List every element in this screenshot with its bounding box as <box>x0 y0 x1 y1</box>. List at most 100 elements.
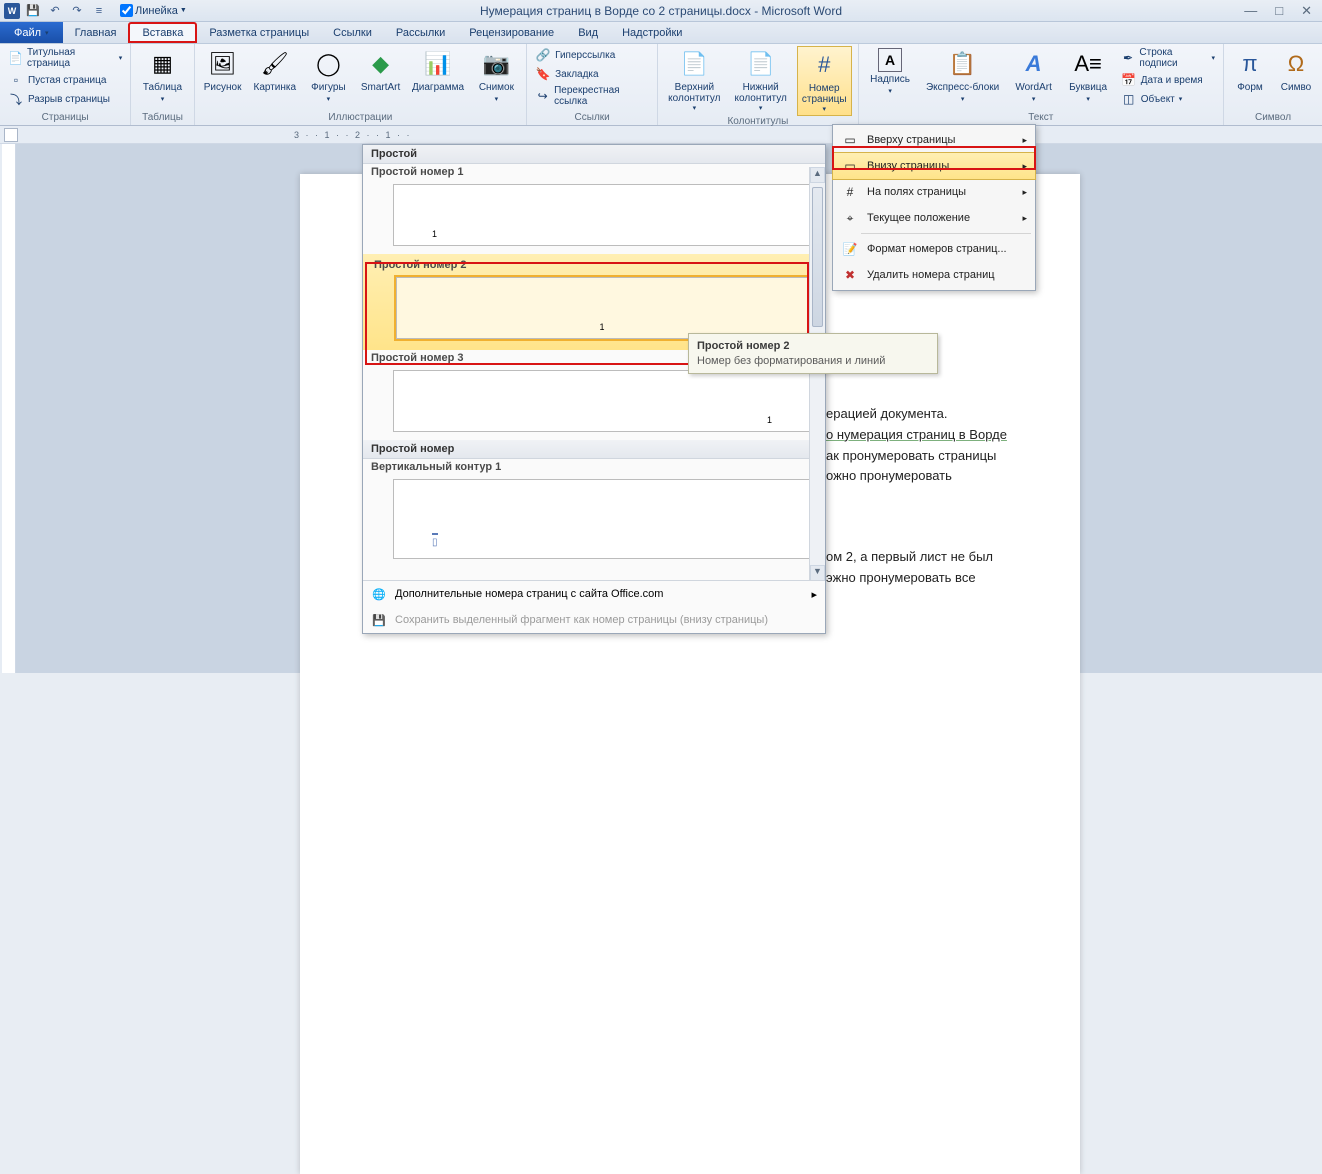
group-label-links: Ссылки <box>533 112 651 125</box>
gallery-item-2-label: Простой номер 2 <box>366 257 822 275</box>
maximize-icon[interactable]: □ <box>1275 3 1283 19</box>
group-links: 🔗Гиперссылка 🔖Закладка ↪Перекрестная ссы… <box>527 44 658 125</box>
signature-icon: ✒ <box>1121 50 1136 66</box>
clipart-icon: 🖌 <box>259 48 291 80</box>
gallery-item-3[interactable]: 1 <box>393 370 811 432</box>
qat-save-icon[interactable]: 💾 <box>24 3 42 19</box>
scroll-thumb[interactable] <box>812 187 823 327</box>
qat-customize-icon[interactable]: ≡ <box>90 3 108 19</box>
gallery-item-1-label: Простой номер 1 <box>363 164 825 182</box>
gallery-item-4[interactable]: ▯ <box>393 479 811 559</box>
ribbon: 📄Титульная страница ▾ ▫Пустая страница ⤵… <box>0 44 1322 126</box>
tab-review[interactable]: Рецензирование <box>457 22 566 43</box>
smartart-button[interactable]: ◆SmartArt <box>358 46 404 95</box>
gallery-scrollbar[interactable]: ▲ ▼ <box>809 167 825 581</box>
quickparts-button[interactable]: 📋Экспресс-блоки ▾ <box>922 46 1004 106</box>
tab-view[interactable]: Вид <box>566 22 610 43</box>
picture-icon: 🖼 <box>207 48 239 80</box>
footer-button[interactable]: 📄Нижний колонтитул▾ <box>731 46 791 114</box>
dropcap-icon: A≡ <box>1072 48 1104 80</box>
object-button[interactable]: ◫Объект ▾ <box>1119 90 1217 108</box>
ruler-check-input[interactable] <box>120 4 133 17</box>
format-icon: 📝 <box>841 240 859 258</box>
date-time-button[interactable]: 📅Дата и время <box>1119 71 1217 89</box>
submenu-bottom-of-page[interactable]: ▭Внизу страницы▸ <box>832 152 1036 180</box>
gallery-tooltip: Простой номер 2 Номер без форматирования… <box>688 333 938 374</box>
title-bar: W 💾 ↶ ↷ ≡ Линейка ▼ Нумерация страниц в … <box>0 0 1322 22</box>
object-icon: ◫ <box>1121 91 1137 107</box>
chart-button[interactable]: 📊Диаграмма <box>409 46 466 95</box>
qat-undo-icon[interactable]: ↶ <box>46 3 64 19</box>
submenu-top-of-page[interactable]: ▭Вверху страницы▸ <box>833 127 1035 153</box>
window-title: Нумерация страниц в Ворде со 2 страницы.… <box>480 4 842 18</box>
group-symbols: πФорм ΩСимво Символ <box>1224 44 1322 125</box>
symbol-button[interactable]: ΩСимво <box>1276 46 1316 95</box>
textbox-icon: A <box>878 48 902 72</box>
shapes-icon: ◯ <box>312 48 344 80</box>
shapes-button[interactable]: ◯Фигуры ▾ <box>305 46 352 106</box>
group-pages: 📄Титульная страница ▾ ▫Пустая страница ⤵… <box>0 44 131 125</box>
scroll-up-icon[interactable]: ▲ <box>810 167 825 183</box>
tab-home[interactable]: Главная <box>63 22 129 43</box>
close-icon[interactable]: ✕ <box>1301 3 1312 19</box>
scroll-down-icon[interactable]: ▼ <box>810 565 825 581</box>
group-illustrations: 🖼Рисунок 🖌Картинка ◯Фигуры ▾ ◆SmartArt 📊… <box>195 44 527 125</box>
hyperlink-button[interactable]: 🔗Гиперссылка <box>533 46 651 64</box>
submenu-remove-numbers[interactable]: ✖Удалить номера страниц <box>833 262 1035 288</box>
picture-button[interactable]: 🖼Рисунок <box>201 46 245 95</box>
clipart-button[interactable]: 🖌Картинка <box>251 46 299 95</box>
tab-mailings[interactable]: Рассылки <box>384 22 457 43</box>
ruler-tab-selector[interactable] <box>4 128 18 142</box>
group-label-pages: Страницы <box>6 112 124 125</box>
blank-page-button[interactable]: ▫Пустая страница <box>6 71 124 89</box>
crossref-button[interactable]: ↪Перекрестная ссылка <box>533 84 651 108</box>
signature-line-button[interactable]: ✒Строка подписи ▾ <box>1119 46 1217 70</box>
horizontal-ruler[interactable]: 3 · · 1 · · 2 · · 1 · · · · 17 · · · <box>0 126 1322 144</box>
more-from-office-button[interactable]: 🌐 Дополнительные номера страниц с сайта … <box>363 581 825 607</box>
margins-icon: # <box>841 183 859 201</box>
wordart-icon: A <box>1018 48 1050 80</box>
screenshot-icon: 📷 <box>480 48 512 80</box>
tab-layout[interactable]: Разметка страницы <box>197 22 321 43</box>
tab-file[interactable]: Файл ▾ <box>0 22 63 43</box>
cover-page-button[interactable]: 📄Титульная страница ▾ <box>6 46 124 70</box>
minimize-icon[interactable]: — <box>1244 3 1257 19</box>
bookmark-button[interactable]: 🔖Закладка <box>533 65 651 83</box>
symbol-icon: Ω <box>1280 48 1312 80</box>
group-header-footer: 📄Верхний колонтитул▾ 📄Нижний колонтитул▾… <box>658 44 858 125</box>
gallery-item-1[interactable]: 1 <box>393 184 811 246</box>
wordart-button[interactable]: AWordArt ▾ <box>1010 46 1058 106</box>
ruler-checkbox[interactable]: Линейка ▼ <box>120 4 187 17</box>
page-icon: 📄 <box>8 50 23 66</box>
blank-page-icon: ▫ <box>8 72 24 88</box>
gallery-footer: 🌐 Дополнительные номера страниц с сайта … <box>363 580 825 633</box>
submenu-page-margins[interactable]: #На полях страницы▸ <box>833 179 1035 205</box>
remove-icon: ✖ <box>841 266 859 284</box>
qat-redo-icon[interactable]: ↷ <box>68 3 86 19</box>
page-number-button[interactable]: #Номер страницы▾ <box>797 46 852 116</box>
gallery-item-4-label: Вертикальный контур 1 <box>363 459 825 477</box>
vertical-ruler[interactable] <box>2 144 16 673</box>
page-number-icon: # <box>808 49 840 81</box>
submenu-current-position[interactable]: ⌖Текущее положение▸ <box>833 205 1035 231</box>
footer-icon: 📄 <box>745 48 777 80</box>
textbox-button[interactable]: AНадпись ▾ <box>865 46 916 98</box>
gallery-header: Простой <box>363 145 825 164</box>
tab-references[interactable]: Ссылки <box>321 22 384 43</box>
header-button[interactable]: 📄Верхний колонтитул▾ <box>664 46 724 114</box>
tab-insert[interactable]: Вставка <box>128 22 197 43</box>
tooltip-title: Простой номер 2 <box>697 340 929 352</box>
equation-button[interactable]: πФорм <box>1230 46 1270 95</box>
page-break-button[interactable]: ⤵Разрыв страницы <box>6 90 124 108</box>
group-label-illustrations: Иллюстрации <box>201 112 520 125</box>
dropcap-button[interactable]: A≡Буквица ▾ <box>1064 46 1113 106</box>
screenshot-button[interactable]: 📷Снимок ▾ <box>473 46 520 106</box>
bottom-page-icon: ▭ <box>841 157 859 175</box>
page-number-submenu: ▭Вверху страницы▸ ▭Внизу страницы▸ #На п… <box>832 124 1036 291</box>
table-button[interactable]: ▦Таблица ▾ <box>137 46 187 106</box>
chart-icon: 📊 <box>422 48 454 80</box>
document-text: ерацией документа. о нумерация страниц в… <box>826 404 1126 589</box>
submenu-format-numbers[interactable]: 📝Формат номеров страниц... <box>833 236 1035 262</box>
tab-addins[interactable]: Надстройки <box>610 22 694 43</box>
gallery-item-2[interactable]: 1 <box>396 277 808 339</box>
